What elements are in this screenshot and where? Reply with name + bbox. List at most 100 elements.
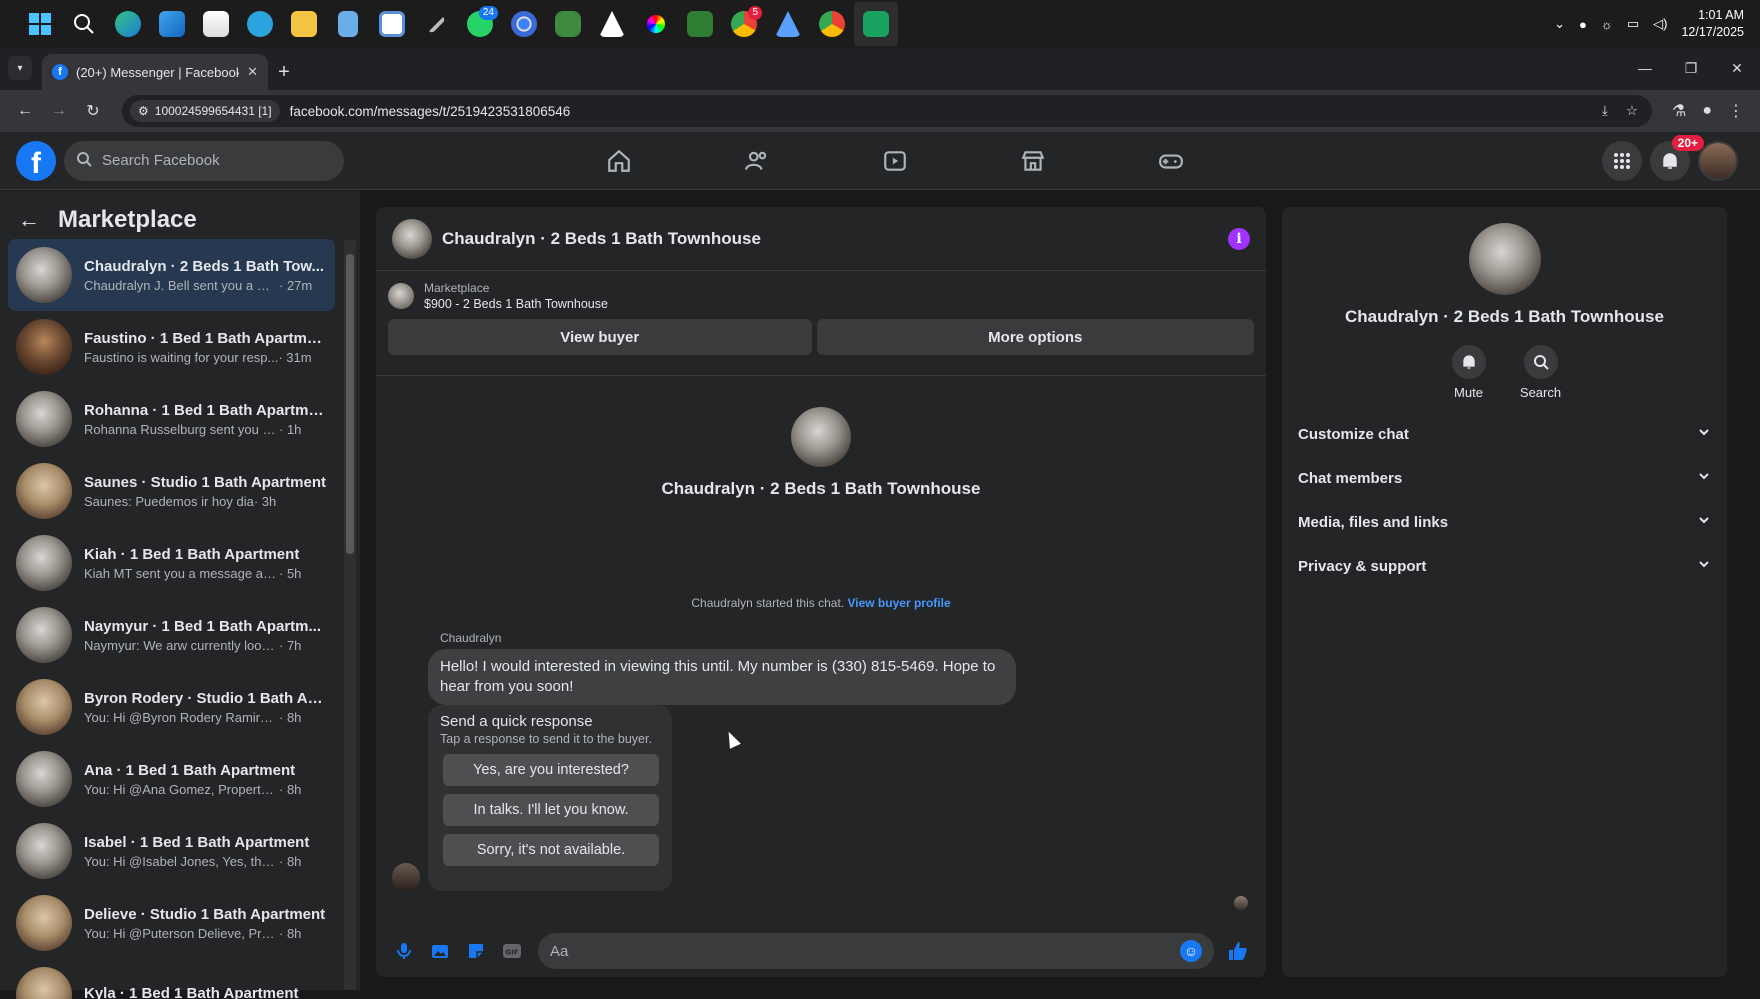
mute-button[interactable]: Mute [1451,345,1487,400]
photo-icon[interactable] [422,933,458,969]
close-tab-icon[interactable]: ✕ [247,64,258,80]
chrome-icon[interactable]: 5 [722,2,766,46]
site-info-chip[interactable]: ⚙ 100024599654431 [1] [130,100,280,122]
chrome-icon[interactable] [810,2,854,46]
chrome-icon[interactable] [502,2,546,46]
conversation-title: Delieve · Studio 1 Bath Apartment [84,905,326,923]
install-app-icon[interactable]: ⤓ [1602,103,1608,119]
windows-start-icon[interactable] [18,2,62,46]
conversation-item[interactable]: Kyla · 1 Bed 1 Bath Apartment [8,959,335,999]
facebook-logo-icon[interactable]: f [16,140,56,181]
bookmark-star-icon[interactable]: ☆ [1626,103,1638,119]
clock[interactable]: 1:01 AM 12/17/2025 [1681,7,1744,41]
emoji-icon[interactable]: ☺ [1180,940,1202,962]
chat-title[interactable]: Chaudralyn · 2 Beds 1 Bath Townhouse [442,229,1218,249]
store-icon[interactable] [194,2,238,46]
edge-icon[interactable] [106,2,150,46]
quick-reply-button[interactable]: In talks. I'll let you know. [443,794,659,826]
conversation-item[interactable]: Kiah · 1 Bed 1 Bath Apartment Kiah MT se… [8,527,335,599]
search-in-conversation-button[interactable]: Search [1519,345,1562,400]
marketplace-icon[interactable] [964,132,1102,190]
tab-search-dropdown-icon[interactable]: ▾ [8,56,32,80]
details-avatar[interactable] [1468,223,1541,295]
microphone-icon[interactable] [386,933,422,969]
more-options-button[interactable]: More options [816,319,1254,355]
conversation-item[interactable]: Delieve · Studio 1 Bath Apartment You: H… [8,887,335,959]
reload-icon[interactable]: ↻ [76,94,110,128]
labs-flask-icon[interactable]: ⚗ [1672,101,1686,121]
conversation-item[interactable]: Ana · 1 Bed 1 Bath Apartment You: Hi @An… [8,743,335,815]
volume-icon[interactable]: ◁) [1653,16,1667,32]
conversation-item[interactable]: Chaudralyn · 2 Beds 1 Bath Tow... Chaudr… [8,239,335,311]
file-explorer-icon[interactable] [282,2,326,46]
network-icon[interactable]: ▭ [1627,16,1639,32]
conversation-item[interactable]: Naymyur · 1 Bed 1 Bath Apartm... Naymyur… [8,599,335,671]
conversation-list-scrollbar[interactable] [344,240,356,990]
pen-icon[interactable] [414,2,458,46]
binocular-icon[interactable] [678,2,722,46]
conversation-snippet: You: Hi @Ana Gomez, Property still... [84,781,279,797]
section-customize-chat[interactable]: Customize chat [1282,412,1727,456]
account-avatar[interactable] [1698,141,1738,181]
search-label: Search [1519,385,1562,400]
chevron-up-icon[interactable]: ⌄ [1554,16,1565,32]
sender-avatar[interactable] [392,863,420,891]
friends-icon[interactable] [688,132,826,190]
thumbs-up-icon[interactable] [1220,933,1256,969]
listing-title[interactable]: $900 - 2 Beds 1 Bath Townhouse [424,297,608,311]
quick-reply-button[interactable]: Yes, are you interested? [443,754,659,786]
back-icon[interactable]: ← [8,94,42,128]
snipping-icon[interactable] [370,2,414,46]
gif-icon[interactable]: GIF [494,933,530,969]
sailing-icon[interactable] [766,2,810,46]
conversation-item[interactable]: Faustino · 1 Bed 1 Bath Apartment Fausti… [8,311,335,383]
search-input[interactable]: Search Facebook [64,140,344,181]
scrollbar-thumb[interactable] [346,254,354,554]
chat-intro-avatar[interactable] [791,407,851,467]
outlook-icon[interactable] [150,2,194,46]
search-icon[interactable] [62,2,106,46]
lock-icon[interactable] [546,2,590,46]
gaming-icon[interactable] [1102,132,1240,190]
browser-tab-messenger[interactable]: f (20+) Messenger | Facebook ✕ [42,54,268,90]
conversation-item[interactable]: Byron Rodery · Studio 1 Bath Ap... You: … [8,671,335,743]
menu-kebab-icon[interactable]: ⋮ [1728,101,1744,121]
view-buyer-button[interactable]: View buyer [388,319,812,355]
section-media-files-links[interactable]: Media, files and links [1282,500,1727,544]
sticker-icon[interactable] [458,933,494,969]
url-text[interactable]: facebook.com/messages/t/2519423531806546 [290,104,571,119]
conversation-item[interactable]: Rohanna · 1 Bed 1 Bath Apartment Rohanna… [8,383,335,455]
telegram-icon[interactable] [238,2,282,46]
color-icon[interactable] [634,2,678,46]
marketplace-conversation-panel: ← Marketplace Chaudralyn · 2 Beds 1 Bath… [0,191,360,999]
conversation-snippet: You: Hi @Byron Rodery Ramirez Lo... [84,709,279,725]
message-bubble[interactable]: Hello! I would interested in viewing thi… [428,649,1016,705]
conversation-item[interactable]: Saunes · Studio 1 Bath Apartment Saunes:… [8,455,335,527]
minimize-icon[interactable]: — [1622,48,1668,88]
menu-grid-icon[interactable] [1602,141,1642,181]
close-window-icon[interactable]: ✕ [1714,48,1760,88]
notifications-bell-icon[interactable]: 20+ [1650,135,1704,181]
section-privacy-support[interactable]: Privacy & support [1282,544,1727,588]
new-tab-icon[interactable]: + [268,54,300,90]
section-chat-members[interactable]: Chat members [1282,456,1727,500]
notepad-icon[interactable] [326,2,370,46]
home-icon[interactable] [550,132,688,190]
calculator-icon[interactable] [854,2,898,46]
video-icon[interactable] [826,132,964,190]
quick-reply-button[interactable]: Sorry, it's not available. [443,834,659,866]
view-buyer-profile-link[interactable]: View buyer profile [847,596,950,610]
sailing-icon[interactable] [590,2,634,46]
forward-icon[interactable]: → [42,94,76,128]
back-arrow-icon[interactable]: ← [18,207,40,233]
chat-avatar[interactable] [392,218,432,259]
omnibox[interactable]: ⚙ 100024599654431 [1] facebook.com/messag… [122,95,1652,127]
brightness-icon[interactable]: ☼ [1601,17,1613,32]
profile-icon[interactable]: ● [1702,102,1712,120]
info-icon[interactable]: i [1228,227,1250,250]
whatsapp-icon[interactable]: 24 [458,2,502,46]
restore-icon[interactable]: ❐ [1668,48,1714,88]
message-input[interactable]: Aa ☺ [538,933,1214,969]
conversation-item[interactable]: Isabel · 1 Bed 1 Bath Apartment You: Hi … [8,815,335,887]
shield-icon[interactable]: ● [1579,17,1587,32]
